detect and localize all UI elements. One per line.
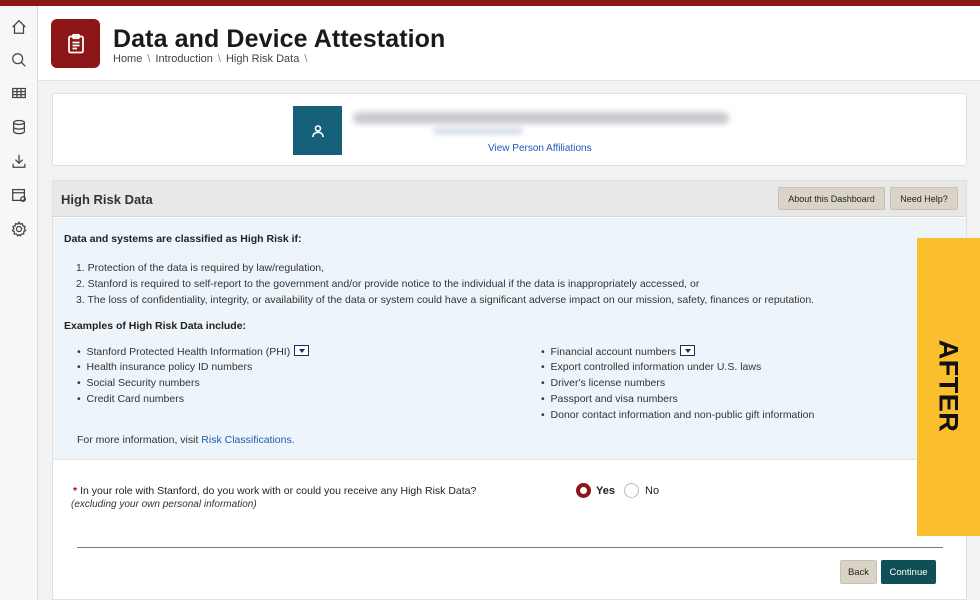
example-item: • Passport and visa numbers <box>541 393 678 405</box>
need-help-button[interactable]: Need Help? <box>890 187 958 210</box>
radio-yes-label[interactable]: Yes <box>596 485 615 497</box>
risk-classifications-link[interactable]: Risk Classifications. <box>201 434 294 446</box>
example-item: • Social Security numbers <box>77 377 200 389</box>
radio-no-label[interactable]: No <box>645 485 659 497</box>
phi-dropdown-toggle[interactable] <box>294 345 310 356</box>
breadcrumb-current: High Risk Data <box>225 53 300 65</box>
continue-button[interactable]: Continue <box>881 560 936 584</box>
person-card: View Person Affiliations <box>52 93 967 166</box>
example-item: • Stanford Protected Health Information … <box>77 345 310 358</box>
radio-no[interactable] <box>624 483 639 498</box>
breadcrumb-separator: \ <box>147 53 151 65</box>
avatar <box>293 106 342 155</box>
database-icon[interactable] <box>6 114 32 140</box>
after-tag-text: AFTER <box>933 339 964 433</box>
breadcrumb-introduction[interactable]: Introduction <box>155 53 212 65</box>
calendar-settings-icon[interactable] <box>6 182 32 208</box>
radio-yes[interactable] <box>576 483 591 498</box>
panel-title: High Risk Data <box>61 192 153 207</box>
divider <box>77 547 943 548</box>
criteria-item: 2. Stanford is required to self-report t… <box>76 278 700 290</box>
financial-dropdown-toggle[interactable] <box>680 345 695 356</box>
home-icon[interactable] <box>6 14 32 40</box>
back-button[interactable]: Back <box>840 560 877 584</box>
example-item: • Health insurance policy ID numbers <box>77 361 253 373</box>
high-risk-info-box: Data and systems are classified as High … <box>53 218 966 460</box>
breadcrumb-separator: \ <box>304 53 308 65</box>
clipboard-icon <box>51 19 100 68</box>
question-subtext: (excluding your own personal information… <box>71 499 257 510</box>
more-info-text: For more information, visit Risk Classif… <box>77 434 295 446</box>
redacted-person-name <box>353 112 729 124</box>
user-icon <box>311 124 324 137</box>
view-affiliations-link[interactable]: View Person Affiliations <box>488 143 592 154</box>
example-item: • Donor contact information and non-publ… <box>541 409 815 421</box>
page-title: Data and Device Attestation <box>113 25 446 53</box>
high-risk-panel: High Risk Data About this Dashboard Need… <box>52 180 967 600</box>
search-icon[interactable] <box>6 47 32 73</box>
example-item: • Credit Card numbers <box>77 393 184 405</box>
examples-heading: Examples of High Risk Data include: <box>64 320 247 332</box>
required-marker: * <box>73 485 78 497</box>
criteria-item: 3. The loss of confidentiality, integrit… <box>76 294 815 306</box>
question-text: In your role with Stanford, do you work … <box>80 485 477 497</box>
criteria-item: 1. Protection of the data is required by… <box>76 262 325 274</box>
question-label: * In your role with Stanford, do you work… <box>73 485 476 497</box>
download-icon[interactable] <box>6 148 32 174</box>
redacted-person-detail <box>433 128 523 134</box>
about-dashboard-button[interactable]: About this Dashboard <box>778 187 885 210</box>
panel-header: High Risk Data About this Dashboard Need… <box>53 181 966 217</box>
breadcrumb: Home \ Introduction \ High Risk Data \ <box>113 53 312 65</box>
breadcrumb-home[interactable]: Home <box>113 53 142 65</box>
example-item: • Financial account numbers <box>541 345 695 358</box>
breadcrumb-separator: \ <box>217 53 221 65</box>
gear-icon[interactable] <box>6 216 32 242</box>
after-overlay-tag: AFTER <box>917 238 980 536</box>
page-header: Data and Device Attestation Home \ Introdu… <box>38 6 980 81</box>
example-item: • Export controlled information under U.… <box>541 361 762 373</box>
example-item: • Driver's license numbers <box>541 377 666 389</box>
criteria-heading: Data and systems are classified as High … <box>64 233 302 245</box>
side-rail <box>0 6 38 600</box>
table-icon[interactable] <box>6 80 32 106</box>
